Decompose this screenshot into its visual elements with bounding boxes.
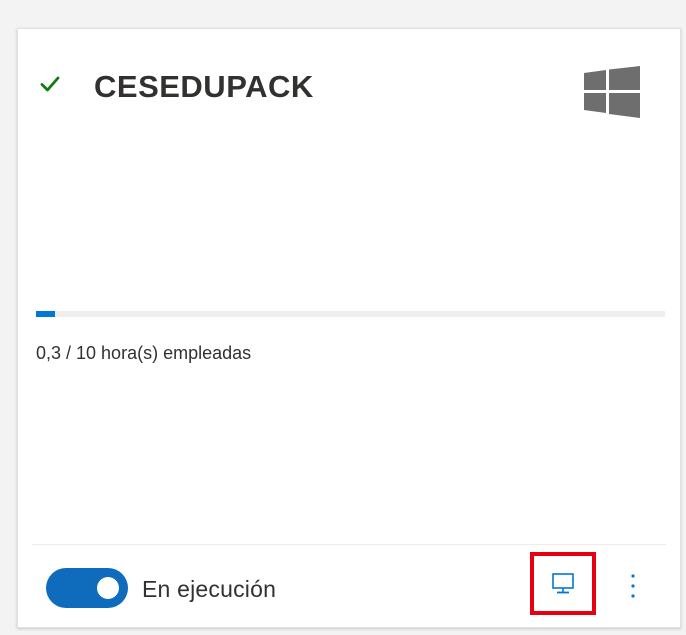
running-toggle[interactable]: [46, 568, 128, 608]
monitor-icon: [552, 572, 574, 593]
vm-title: CESEDUPACK: [94, 69, 314, 104]
checkmark-icon: [40, 76, 60, 92]
windows-logo-icon: [584, 66, 640, 118]
usage-progress-bar: [36, 311, 665, 317]
usage-hours-text: 0,3 / 10 hora(s) empleadas: [36, 343, 252, 363]
usage-progress-fill: [36, 311, 55, 317]
vm-card: CESEDUPACK 0,3 / 10 hora(s) empleadas En…: [17, 28, 681, 628]
page: CESEDUPACK 0,3 / 10 hora(s) empleadas En…: [0, 0, 686, 635]
footer-divider: [32, 544, 666, 545]
more-vertical-icon[interactable]: [623, 569, 643, 603]
toggle-label: En ejecución: [142, 576, 277, 602]
connect-button[interactable]: [530, 552, 596, 615]
toggle-knob: [97, 577, 119, 599]
